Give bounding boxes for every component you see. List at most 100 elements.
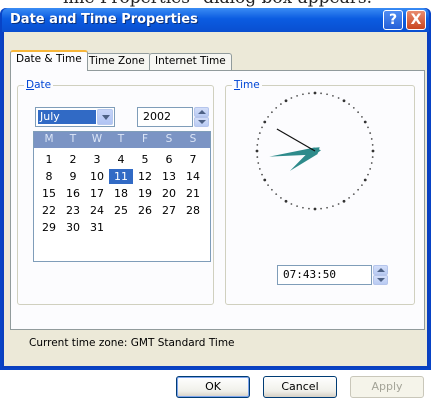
minute-tick — [326, 93, 328, 96]
tab-date-time[interactable]: Date & Time — [10, 50, 88, 71]
calendar-day[interactable]: 17 — [85, 186, 109, 201]
minute-tick — [256, 156, 259, 158]
minute-tick — [267, 184, 269, 186]
calendar-day[interactable]: 13 — [157, 169, 181, 184]
page-caption-fragment: ime Properties" dialog box appears. — [0, 0, 435, 8]
calendar-day[interactable]: 3 — [85, 152, 109, 167]
spin-up-icon[interactable] — [373, 265, 388, 275]
tab-label: Time Zone — [89, 55, 145, 67]
calendar-day[interactable]: 27 — [157, 203, 181, 218]
calendar-day[interactable]: 14 — [181, 169, 205, 184]
spin-down-icon[interactable] — [194, 117, 209, 127]
calendar-day[interactable]: 16 — [61, 186, 85, 201]
calendar-day[interactable]: 15 — [37, 186, 61, 201]
calendar-day[interactable]: 18 — [109, 186, 133, 201]
calendar-day[interactable]: 5 — [133, 152, 157, 167]
time-spinner[interactable] — [373, 265, 388, 285]
minute-tick — [290, 97, 293, 99]
minute-tick — [302, 206, 304, 209]
month-calendar[interactable]: MTWTFSS 1 2 3 4 5 6 7 8 9 10 11 12 13 14 15 16 17 18 19 20 2… — [33, 131, 211, 262]
calendar-day[interactable]: 28 — [181, 203, 205, 218]
minute-tick — [280, 197, 282, 199]
minute-tick — [258, 132, 261, 134]
minute-tick — [370, 138, 373, 140]
hour-tick — [313, 91, 317, 95]
minute-tick — [337, 203, 340, 205]
calendar-day[interactable]: 26 — [133, 203, 157, 218]
calendar-day[interactable]: 22 — [37, 203, 61, 218]
month-select[interactable]: July — [35, 107, 115, 127]
calendar-day[interactable]: 23 — [61, 203, 85, 218]
minute-tick — [302, 93, 304, 96]
title-bar[interactable]: Date and Time Properties ? X — [2, 8, 429, 32]
window-title: Date and Time Properties — [10, 12, 198, 27]
minute-tick — [256, 144, 259, 146]
minute-tick — [332, 205, 334, 208]
calendar-day[interactable]: 31 — [85, 220, 109, 235]
spin-down-icon[interactable] — [373, 275, 388, 285]
minute-tick — [320, 92, 322, 95]
calendar-day[interactable]: 21 — [181, 186, 205, 201]
ok-label: OK — [205, 380, 221, 393]
minute-tick — [348, 197, 350, 199]
calendar-day[interactable]: 30 — [61, 220, 85, 235]
calendar-day[interactable]: 11 — [109, 169, 133, 184]
calendar-day[interactable]: 7 — [181, 152, 205, 167]
cancel-label: Cancel — [281, 380, 319, 393]
minute-tick — [357, 111, 360, 114]
minute-tick — [308, 92, 310, 95]
help-icon: ? — [388, 12, 398, 28]
calendar-day[interactable]: 10 — [85, 169, 109, 184]
minute-tick — [369, 168, 372, 170]
cancel-button[interactable]: Cancel — [263, 376, 337, 398]
calendar-day[interactable]: 24 — [85, 203, 109, 218]
minute-tick — [308, 207, 310, 210]
minute-tick — [320, 207, 322, 210]
hour-tick — [342, 199, 346, 203]
calendar-day[interactable]: 19 — [133, 186, 157, 201]
chevron-down-icon[interactable] — [97, 109, 113, 125]
hour-tick — [284, 99, 288, 103]
time-field[interactable]: 07:43:50 — [277, 265, 372, 285]
weekday-header: S — [165, 133, 173, 145]
weekday-header: S — [189, 133, 197, 145]
hour-tick — [313, 207, 317, 211]
date-group-label: Date — [24, 79, 54, 91]
help-button[interactable]: ? — [383, 10, 403, 30]
minute-tick — [357, 188, 360, 191]
calendar-day[interactable]: 12 — [133, 169, 157, 184]
tab-label: Date & Time — [16, 53, 82, 65]
weekday-header: M — [44, 133, 54, 145]
minute-tick — [367, 173, 369, 176]
minute-tick — [270, 188, 273, 191]
hour-tick — [255, 149, 259, 153]
tab-internet-time[interactable]: Internet Time — [149, 53, 232, 70]
year-field[interactable]: 2002 — [137, 107, 193, 127]
spin-up-icon[interactable] — [194, 107, 209, 117]
caption-text: ime Properties" dialog box appears. — [0, 0, 435, 8]
year-spinner[interactable] — [194, 107, 209, 127]
year-value: 2002 — [143, 110, 171, 123]
calendar-day[interactable]: 2 — [61, 152, 85, 167]
weekday-header: T — [69, 133, 77, 145]
calendar-day[interactable]: 6 — [157, 152, 181, 167]
minute-tick — [361, 184, 363, 186]
calendar-day[interactable]: 9 — [61, 169, 85, 184]
tab-time-zone[interactable]: Time Zone — [83, 53, 151, 70]
minute-tick — [257, 162, 260, 164]
calendar-day[interactable]: 4 — [109, 152, 133, 167]
calendar-day[interactable]: 20 — [157, 186, 181, 201]
apply-button[interactable]: Apply — [350, 376, 424, 398]
calendar-day[interactable]: 1 — [37, 152, 61, 167]
time-value: 07:43:50 — [283, 268, 336, 281]
ok-button[interactable]: OK — [176, 376, 250, 398]
close-button[interactable]: X — [406, 10, 426, 30]
date-label-rest: ate — [34, 79, 52, 91]
minute-tick — [352, 106, 355, 109]
calendar-day[interactable]: 8 — [37, 169, 61, 184]
calendar-day[interactable]: 29 — [37, 220, 61, 235]
minute-tick — [296, 205, 298, 208]
calendar-day[interactable]: 25 — [109, 203, 133, 218]
hour-tick — [263, 120, 267, 124]
hour-tick — [263, 178, 267, 182]
